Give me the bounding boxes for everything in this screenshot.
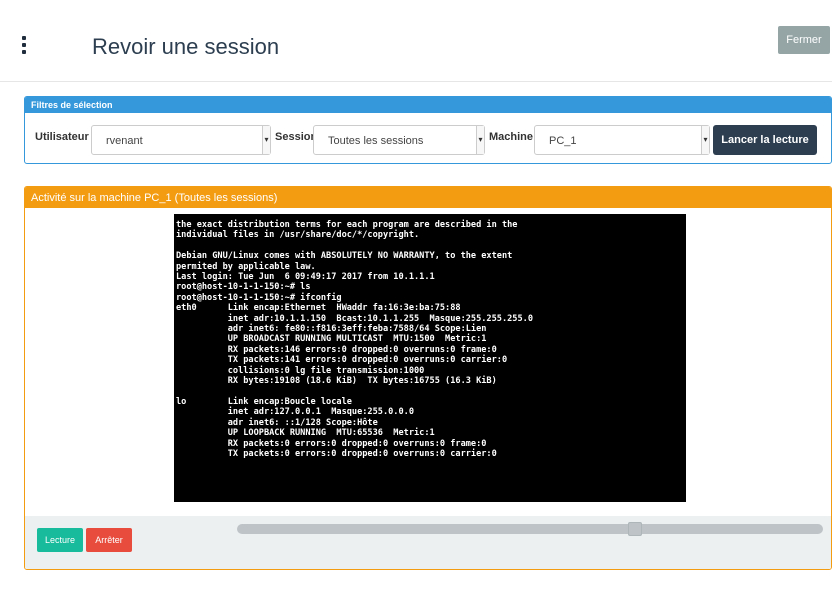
terminal-line: individual files in /usr/share/doc/*/cop… <box>176 230 420 241</box>
terminal-line: UP LOOPBACK RUNNING MTU:65536 Metric:1 <box>176 428 435 439</box>
session-label: Session <box>275 131 318 143</box>
terminal-line: the exact distribution terms for each pr… <box>176 220 518 230</box>
activity-panel: Activité sur la machine PC_1 (Toutes les… <box>24 186 832 570</box>
vertical-ellipsis-icon[interactable] <box>22 36 28 58</box>
play-button[interactable]: Lecture <box>37 528 83 552</box>
machine-select[interactable]: PC_1 ▾ <box>534 125 710 155</box>
user-select-value: rvenant <box>106 135 143 147</box>
session-select[interactable]: Toutes les sessions ▾ <box>313 125 485 155</box>
filter-panel-heading: Filtres de sélection <box>25 97 831 113</box>
playback-controls: Lecture Arrêter <box>25 516 831 569</box>
playback-progress-slider[interactable] <box>237 524 823 534</box>
terminal-line: RX bytes:19108 (18.6 KiB) TX bytes:16755… <box>176 376 497 387</box>
machine-label: Machine <box>489 131 534 143</box>
terminal-line: RX packets:0 errors:0 dropped:0 overruns… <box>176 438 487 449</box>
terminal-line: Last login: Tue Jun 6 09:49:17 2017 from… <box>176 272 435 283</box>
terminal-line: permited by applicable law. <box>176 261 316 272</box>
terminal-line: adr inet6: fe80::f816:3eff:feba:7588/64 … <box>176 324 487 335</box>
filter-panel: Filtres de sélection Utilisateur rvenant… <box>24 96 832 164</box>
terminal-line: Debian GNU/Linux comes with ABSOLUTELY N… <box>176 251 513 262</box>
start-playback-button[interactable]: Lancer la lecture <box>713 125 817 155</box>
terminal-line: adr inet6: ::1/128 Scope:Hôte <box>176 417 378 428</box>
terminal-line: lo Link encap:Boucle locale <box>176 396 352 407</box>
slider-handle[interactable] <box>628 522 643 536</box>
stop-button[interactable]: Arrêter <box>86 528 132 552</box>
activity-panel-heading: Activité sur la machine PC_1 (Toutes les… <box>25 187 831 208</box>
terminal-line: TX packets:141 errors:0 dropped:0 overru… <box>176 355 508 366</box>
terminal-replay: the exact distribution terms for each pr… <box>174 214 686 502</box>
terminal-line: UP BROADCAST RUNNING MULTICAST MTU:1500 … <box>176 334 487 345</box>
terminal-line: inet adr:10.1.1.150 Bcast:10.1.1.255 Mas… <box>176 313 533 324</box>
caret-down-icon: ▾ <box>701 126 709 154</box>
terminal-line: inet adr:127.0.0.1 Masque:255.0.0.0 <box>176 407 414 418</box>
terminal-line: root@host-10-1-1-150:~# ls <box>176 282 311 293</box>
terminal-line: root@host-10-1-1-150:~# ifconfig <box>176 292 342 303</box>
close-button[interactable]: Fermer <box>778 26 830 54</box>
caret-down-icon: ▾ <box>262 126 270 154</box>
page-header: Revoir une session Fermer <box>0 0 832 82</box>
user-label: Utilisateur <box>35 131 89 143</box>
filter-panel-body: Utilisateur rvenant ▾ Session Toutes les… <box>25 113 831 163</box>
caret-down-icon: ▾ <box>476 126 484 154</box>
machine-select-value: PC_1 <box>549 135 577 147</box>
terminal-line: collisions:0 lg file transmission:1000 <box>176 365 425 376</box>
page-title: Revoir une session <box>92 34 280 59</box>
session-select-value: Toutes les sessions <box>328 135 424 147</box>
terminal-line: eth0 Link encap:Ethernet HWaddr fa:16:3e… <box>176 303 461 314</box>
terminal-line: RX packets:146 errors:0 dropped:0 overru… <box>176 344 497 355</box>
terminal-line: TX packets:0 errors:0 dropped:0 overruns… <box>176 448 497 459</box>
user-select[interactable]: rvenant ▾ <box>91 125 271 155</box>
